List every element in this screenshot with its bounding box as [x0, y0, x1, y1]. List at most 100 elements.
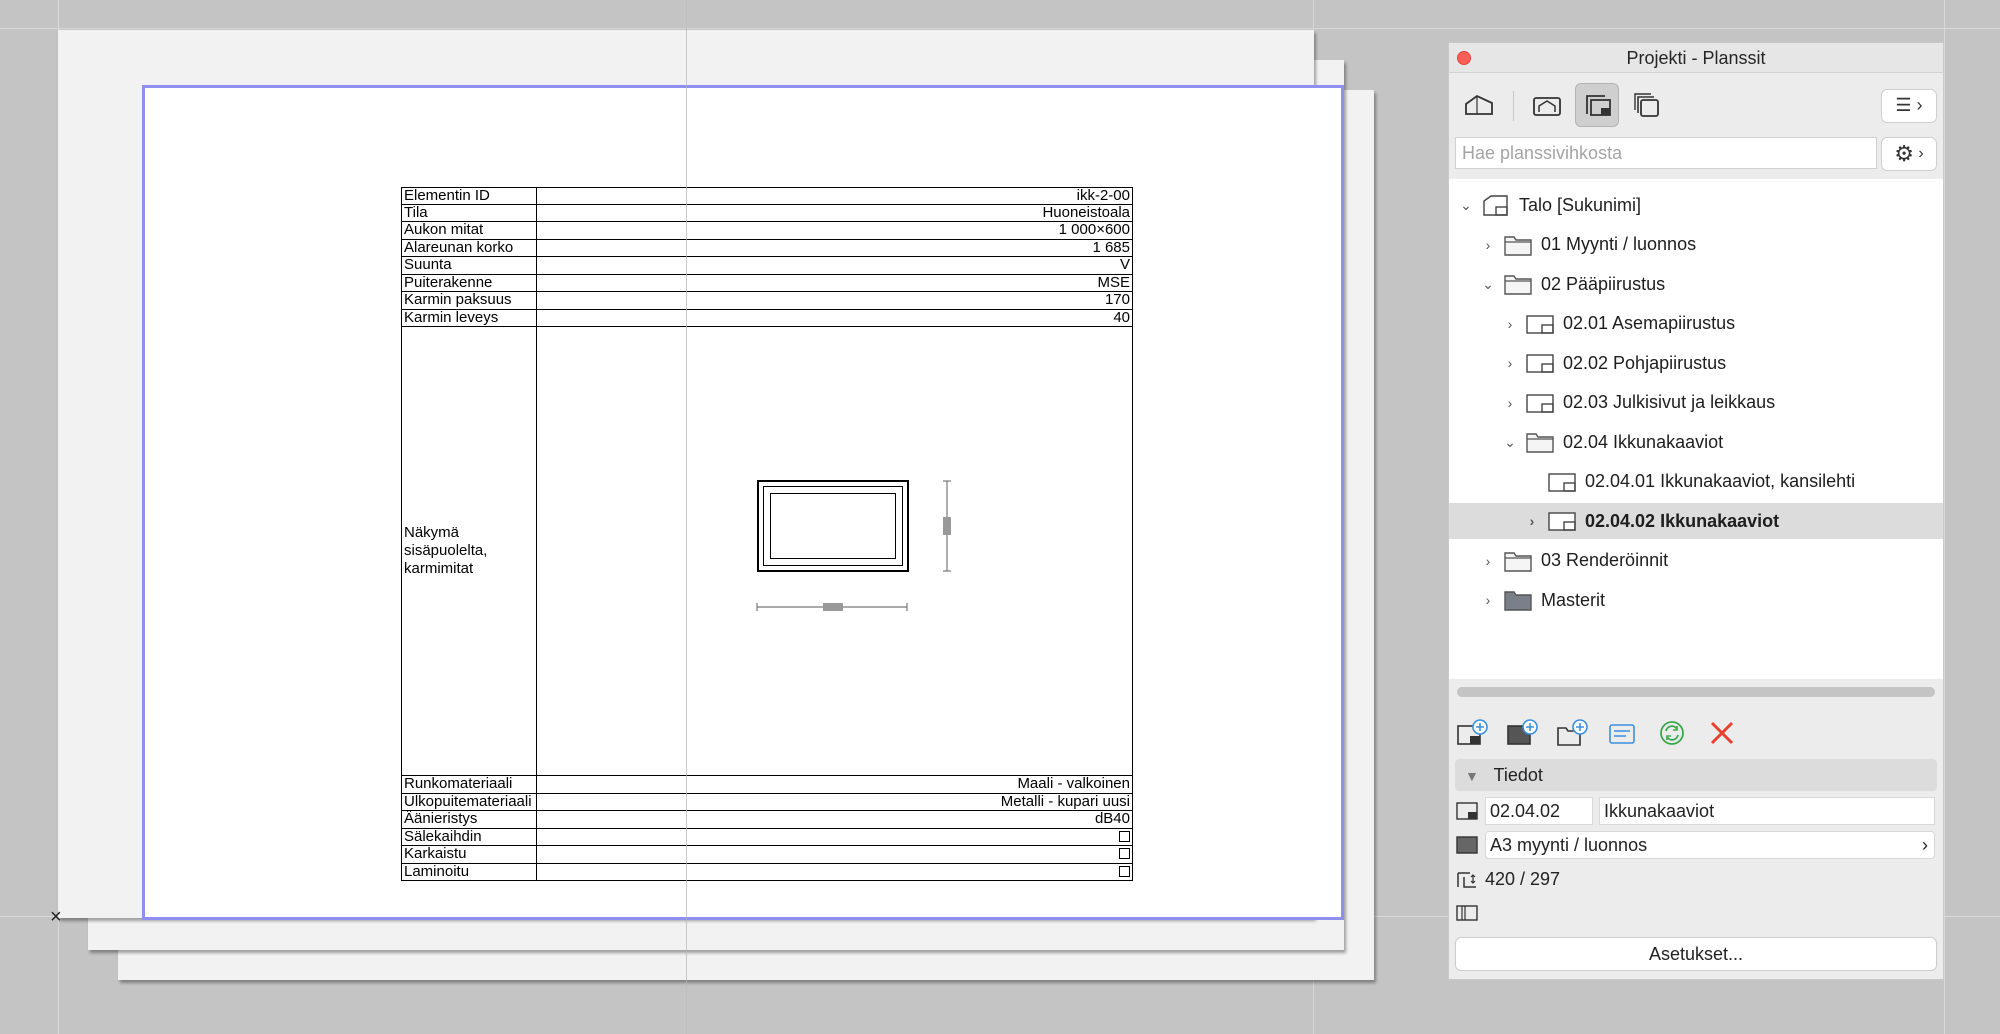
- tree-item-label: 02.01 Asemapiirustus: [1563, 313, 1736, 333]
- chevron-right-icon[interactable]: ›: [1501, 355, 1519, 371]
- info-row-extra: [1449, 897, 1943, 929]
- tree-action-bar: [1449, 709, 1943, 757]
- sheet-size-value: 420 / 297: [1485, 868, 1561, 889]
- drawing-settings-button[interactable]: [1605, 717, 1639, 749]
- schedule-row: Runkomateriaali Maali - valkoinen: [401, 776, 1133, 794]
- schedule-row: Sälekaihdin: [401, 828, 1133, 846]
- chevron-right-icon[interactable]: ›: [1479, 237, 1497, 253]
- window-schedule-table[interactable]: Elementin ID ikk-2-00 Tila Huoneistoala Auko…: [401, 187, 1133, 881]
- schedule-label: Karkaistu: [402, 846, 537, 863]
- size-dimension-icon: [1449, 869, 1485, 889]
- settings-button[interactable]: Asetukset...: [1455, 937, 1937, 971]
- panel-titlebar[interactable]: Projekti - Planssit: [1449, 43, 1943, 73]
- checkbox[interactable]: [1119, 830, 1130, 842]
- panel-toolbar: ☰ ›: [1449, 73, 1943, 135]
- tree-item[interactable]: ⌄ 02 Pääpiirustus: [1449, 266, 1943, 302]
- schedule-value: ikk-2-00: [1076, 188, 1130, 204]
- schedule-row-view: Näkymä sisäpuolelta, karmimitat: [401, 327, 1133, 776]
- new-master-button[interactable]: [1505, 717, 1539, 749]
- layout-sheet-icon: [1547, 509, 1577, 533]
- tree-item[interactable]: ⌄ Talo [Sukunimi]: [1449, 187, 1943, 223]
- new-subset-button[interactable]: [1555, 717, 1589, 749]
- tree-item[interactable]: ⌄ 02.04 Ikkunakaaviot: [1449, 424, 1943, 460]
- guide-line-vertical: [1944, 0, 1945, 1034]
- chevron-right-icon[interactable]: ›: [1479, 592, 1497, 608]
- publisher-sets-tab[interactable]: [1625, 83, 1669, 127]
- schedule-value: 40: [1113, 309, 1130, 326]
- search-input[interactable]: [1455, 137, 1877, 169]
- chevron-right-icon[interactable]: ›: [1501, 395, 1519, 411]
- update-button[interactable]: [1655, 717, 1689, 749]
- view-map-tab[interactable]: [1525, 83, 1569, 127]
- checkbox[interactable]: [1119, 865, 1130, 877]
- master-layout-select[interactable]: A3 myynti / luonnos ›: [1485, 831, 1935, 859]
- delete-button[interactable]: [1705, 717, 1739, 749]
- schedule-row: Äänieristys dB40: [401, 811, 1133, 829]
- schedule-label: Karmin paksuus: [402, 292, 537, 309]
- tree-item[interactable]: › 02.04.02 Ikkunakaaviot: [1449, 503, 1943, 539]
- chevron-right-icon[interactable]: ›: [1523, 513, 1541, 529]
- schedule-row: Ulkopuitemateriaali Metalli - kupari uusi: [401, 793, 1133, 811]
- tree-item[interactable]: › 02.01 Asemapiirustus: [1449, 306, 1943, 342]
- chevron-down-icon[interactable]: ⌄: [1501, 434, 1519, 451]
- chevron-right-icon: ›: [1922, 835, 1928, 855]
- chevron-down-icon[interactable]: ⌄: [1479, 276, 1497, 293]
- sheet-name-field[interactable]: [1599, 797, 1935, 825]
- publisher-sets-icon: [1634, 93, 1659, 117]
- schedule-value: Huoneistoala: [1042, 204, 1130, 221]
- schedule-value: dB40: [1094, 811, 1130, 827]
- schedule-row: Suunta V: [401, 257, 1133, 275]
- sheet-tree[interactable]: ⌄ Talo [Sukunimi] › 01 Myynti / luonnos ⌄ 02 …: [1449, 179, 1943, 679]
- schedule-label: Tila: [402, 204, 537, 221]
- tree-item[interactable]: 02.04.01 Ikkunakaaviot, kansilehti: [1449, 464, 1943, 500]
- project-sheets-panel[interactable]: Projekti - Planssit ☰ › ⚙ › ⌄ Talo [Sukun…: [1448, 42, 1944, 980]
- chevron-down-icon[interactable]: ⌄: [1457, 197, 1475, 214]
- panel-menu-button[interactable]: ☰ ›: [1881, 89, 1937, 123]
- horizontal-scrollbar[interactable]: [1457, 687, 1935, 697]
- chevron-right-icon[interactable]: ›: [1479, 553, 1497, 569]
- schedule-row: Karmin leveys 40: [401, 309, 1133, 327]
- delete-x-icon: [1710, 721, 1734, 745]
- settings-gear-button[interactable]: ⚙ ›: [1881, 137, 1937, 171]
- schedule-label: Näkymä sisäpuolelta, karmimitat: [402, 327, 537, 775]
- master-layout-value: A3 myynti / luonnos: [1490, 835, 1648, 855]
- tree-item[interactable]: › 02.02 Pohjapiirustus: [1449, 345, 1943, 381]
- tree-item[interactable]: › 02.03 Julkisivut ja leikkaus: [1449, 385, 1943, 421]
- master-folder-icon: [1503, 588, 1533, 612]
- drawing-list-icon: [1609, 724, 1635, 744]
- book-pages-icon: [1449, 904, 1485, 922]
- layout-sheet-icon: [1547, 470, 1577, 494]
- close-button[interactable]: [1457, 51, 1471, 65]
- search-row: ⚙ ›: [1449, 135, 1943, 179]
- schedule-label: Elementin ID: [402, 188, 537, 204]
- schedule-value: Metalli - kupari uusi: [1000, 793, 1130, 810]
- schedule-checkbox-cell: [537, 846, 1132, 863]
- tree-item-label: Masterit: [1541, 589, 1606, 610]
- info-section-title: Tiedot: [1493, 765, 1543, 785]
- tree-item[interactable]: › 03 Renderöinnit: [1449, 543, 1943, 579]
- tree-item-label: 02.04 Ikkunakaaviot: [1563, 431, 1724, 452]
- guide-line-horizontal: [0, 28, 2000, 29]
- origin-marker[interactable]: ×: [50, 906, 62, 929]
- schedule-checkbox-cell: [537, 864, 1132, 881]
- tree-item[interactable]: › Masterit: [1449, 582, 1943, 618]
- toolbar-separator: [1513, 91, 1514, 121]
- schedule-row: Tila Huoneistoala: [401, 204, 1133, 222]
- layout-book-tab[interactable]: [1575, 83, 1619, 127]
- tree-item-label: 02 Pääpiirustus: [1541, 273, 1666, 294]
- view-map-icon: [1533, 97, 1561, 116]
- checkbox[interactable]: [1119, 848, 1130, 859]
- info-section-header[interactable]: ▼ Tiedot: [1455, 759, 1937, 791]
- new-layout-button[interactable]: [1455, 717, 1489, 749]
- project-map-tab[interactable]: [1457, 83, 1501, 127]
- folder-icon: [1503, 272, 1533, 296]
- schedule-label: Runkomateriaali: [402, 776, 537, 793]
- schedule-row: Karmin paksuus 170: [401, 292, 1133, 310]
- sheet-id-field[interactable]: [1485, 797, 1593, 825]
- info-row-size: 420 / 297: [1449, 863, 1943, 895]
- drawing-frame[interactable]: Elementin ID ikk-2-00 Tila Huoneistoala Auko…: [142, 85, 1344, 920]
- tree-item[interactable]: › 01 Myynti / luonnos: [1449, 227, 1943, 263]
- tree-item-label: 03 Renderöinnit: [1541, 550, 1669, 570]
- chevron-right-icon[interactable]: ›: [1501, 316, 1519, 332]
- schedule-label: Suunta: [402, 257, 537, 274]
